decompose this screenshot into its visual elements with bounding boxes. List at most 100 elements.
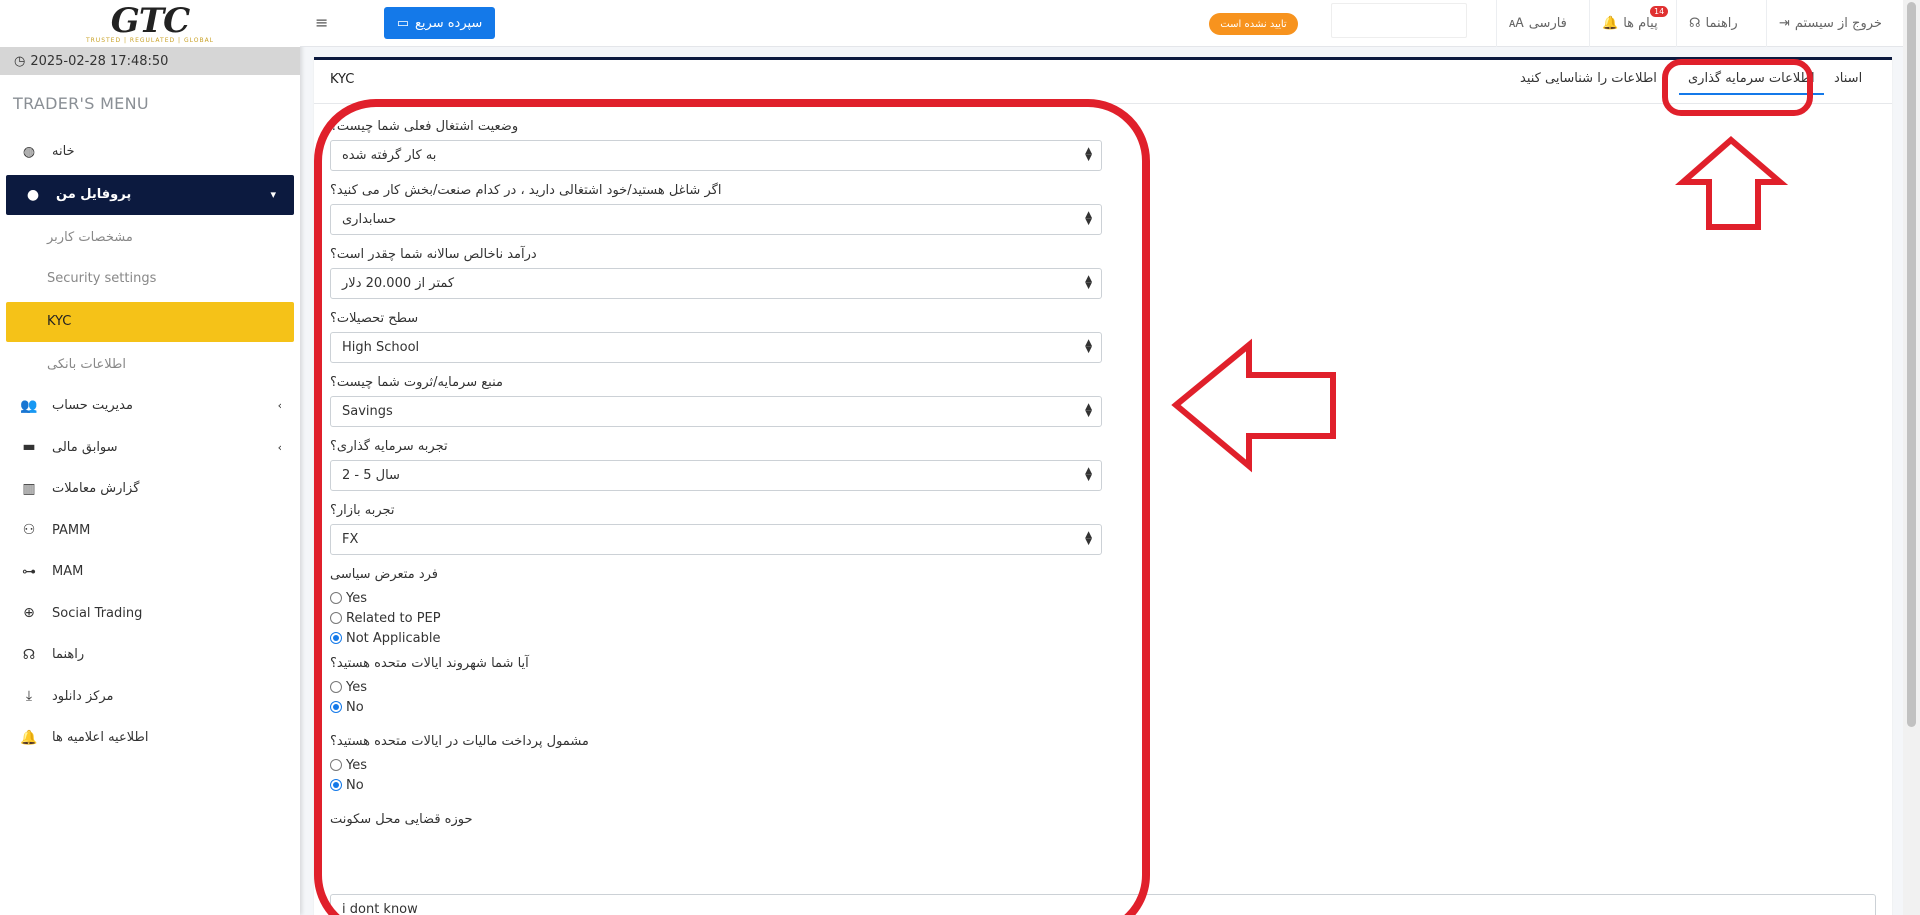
tab-documents[interactable]: اسناد: [1834, 71, 1862, 95]
chevron-left-icon: ‹: [277, 440, 282, 454]
sidebar-item-label: PAMM: [52, 522, 91, 538]
market-experience-select[interactable]: FX ▲ ▼: [330, 524, 1102, 555]
sidebar-item-label: راهنما: [52, 647, 85, 663]
sidebar-item-user-details[interactable]: مشخصات کاربر: [0, 217, 300, 259]
support-icon: ☊: [1689, 16, 1701, 31]
sidebar-item-label: اطلاعات بانکی: [47, 356, 127, 372]
radio-button[interactable]: [330, 701, 342, 713]
education-select[interactable]: High School ▲ ▼: [330, 332, 1102, 363]
pep-option-not-applicable[interactable]: Not Applicable: [330, 628, 1102, 648]
sidebar-item-help[interactable]: ☊ راهنما: [0, 634, 300, 676]
income-select[interactable]: کمتر از 20.000 دلار ▲ ▼: [330, 268, 1102, 299]
market-experience-group: تجربه بازار؟ FX ▲ ▼: [330, 500, 1102, 555]
radio-button[interactable]: [330, 779, 342, 791]
messages-count-badge: 14: [1650, 6, 1669, 17]
sidebar-item-security-settings[interactable]: Security settings: [0, 258, 300, 300]
user-icon: ●: [26, 186, 40, 203]
pep-group: فرد متعرض سیاسی Yes Related to PEP Not A…: [330, 564, 1102, 648]
form-label: فرد متعرض سیاسی: [330, 567, 438, 582]
language-icon: 🗚: [1509, 16, 1524, 31]
language-label: فارسی: [1528, 16, 1567, 31]
us-tax-group: مشمول پرداخت مالیات در ایالات متحده هستی…: [330, 731, 1102, 795]
scrollbar-thumb[interactable]: [1907, 2, 1916, 727]
sidebar-item-kyc[interactable]: KYC: [6, 301, 294, 342]
radio-button[interactable]: [330, 612, 342, 624]
us-citizen-option-yes[interactable]: Yes: [330, 677, 1102, 697]
sidebar-item-label: مدیریت حساب: [52, 398, 133, 414]
radio-button[interactable]: [330, 681, 342, 693]
sidebar-item-label: اطلاعیه اعلامیه ها: [52, 730, 149, 746]
sidebar-item-mam[interactable]: ⊶ MAM: [0, 551, 300, 593]
pep-option-yes[interactable]: Yes: [330, 588, 1102, 608]
kyc-card: KYC اطلاعات را شناسایی کنید اطلاعات سرما…: [314, 57, 1892, 915]
radio-button[interactable]: [330, 759, 342, 771]
source-of-funds-group: منبع سرمایه/ثروت شما چیست؟ Savings ▲ ▼: [330, 372, 1102, 427]
clock-icon: ◷: [14, 53, 26, 69]
menu-title: TRADER'S MENU: [13, 94, 149, 113]
dashboard-icon: ◍: [22, 143, 36, 160]
help-menu[interactable]: ☊ راهنما: [1676, 0, 1750, 47]
income-group: درآمد ناخالص سالانه شما چقدر است؟ کمتر ا…: [330, 244, 1102, 299]
topbar: ≡ ▭ سپرده سریع تایید نشده است 🗚 فارسی 🔔 …: [300, 0, 1920, 47]
sort-arrows-icon: ▲ ▼: [1085, 210, 1092, 227]
bell-icon: 🔔: [1602, 16, 1619, 31]
radio-button[interactable]: [330, 632, 342, 644]
top-search-field[interactable]: [1331, 3, 1467, 38]
sidebar-item-social-trading[interactable]: ⊕ Social Trading: [0, 593, 300, 635]
radio-label: Yes: [346, 757, 367, 773]
mam-icon: ⊶: [22, 563, 36, 580]
us-tax-option-yes[interactable]: Yes: [330, 755, 1102, 775]
form-label: اگر شاغل هستید/خود اشتغالی دارید ، در کد…: [330, 183, 722, 198]
globe-icon: ⊕: [23, 605, 35, 622]
sidebar-item-account-management[interactable]: 👥 مدیریت حساب ‹: [0, 385, 300, 427]
sidebar-item-label: سوابق مالی: [52, 439, 118, 455]
logout-label: خروج از سیستم: [1794, 16, 1882, 31]
form-label: تجربه بازار؟: [330, 503, 395, 518]
sidebar-item-label: مشخصات کاربر: [47, 229, 133, 245]
messages-menu[interactable]: 🔔 پیام ها 14: [1589, 0, 1670, 47]
bell-icon: 🔔: [20, 729, 38, 746]
chevron-left-icon: ‹: [277, 399, 282, 413]
industry-select[interactable]: حسابداری ▲ ▼: [330, 204, 1102, 235]
select-value: 2 - 5 سال: [342, 468, 400, 483]
investment-experience-select[interactable]: 2 - 5 سال ▲ ▼: [330, 460, 1102, 491]
language-selector[interactable]: 🗚 فارسی: [1496, 0, 1579, 47]
us-citizen-group: آیا شما شهروند ایالات متحده هستید؟ Yes N…: [330, 653, 1102, 717]
residence-input[interactable]: i dont know: [330, 894, 1876, 915]
logout-button[interactable]: ⇥ خروج از سیستم: [1766, 0, 1894, 47]
server-datetime: ◷ 2025-02-28 17:48:50: [0, 47, 300, 75]
employment-status-select[interactable]: به کار گرفته شده ▲ ▼: [330, 140, 1102, 171]
sidebar-item-label: Social Trading: [52, 605, 143, 621]
sidebar-item-pamm[interactable]: ⚇ PAMM: [0, 510, 300, 552]
residence-group: حوزه قضایی محل سکونت: [330, 809, 1102, 833]
hamburger-menu-icon[interactable]: ≡: [315, 13, 328, 32]
sidebar-item-my-profile[interactable]: ● پروفایل من ▾: [6, 174, 294, 215]
form-label: سطح تحصیلات؟: [330, 311, 419, 326]
sidebar-item-trade-report[interactable]: ▥ گزارش معاملات: [0, 468, 300, 510]
select-value: High School: [342, 340, 420, 355]
radio-button[interactable]: [330, 592, 342, 604]
logo-mark: GTC: [110, 1, 190, 41]
sidebar-item-bank-info[interactable]: اطلاعات بانکی: [0, 344, 300, 386]
us-tax-option-no[interactable]: No: [330, 775, 1102, 795]
sidebar-item-financial-history[interactable]: ▬ سوابق مالی ‹: [0, 427, 300, 469]
card-icon: ▭: [396, 15, 409, 31]
sidebar-item-announcements[interactable]: 🔔 اطلاعیه اعلامیه ها: [0, 717, 300, 759]
page-scrollbar[interactable]: [1903, 0, 1920, 915]
pep-option-related[interactable]: Related to PEP: [330, 608, 1102, 628]
source-of-funds-select[interactable]: Savings ▲ ▼: [330, 396, 1102, 427]
radio-label: Yes: [346, 590, 367, 606]
us-citizen-option-no[interactable]: No: [330, 697, 1102, 717]
download-icon: ⤓: [25, 688, 33, 705]
form-label: وضعیت اشتغال فعلی شما چیست؟: [330, 119, 519, 134]
logout-icon: ⇥: [1779, 16, 1790, 31]
sidebar-item-download-center[interactable]: ⤓ مرکز دانلود: [0, 676, 300, 718]
sort-arrows-icon: ▲ ▼: [1085, 274, 1092, 291]
sidebar-item-home[interactable]: ◍ خانه: [0, 131, 300, 173]
input-value: i dont know: [342, 902, 418, 915]
form-label: آیا شما شهروند ایالات متحده هستید؟: [330, 656, 529, 671]
brand-logo[interactable]: GTC TRUSTED | REGULATED | GLOBAL: [0, 0, 300, 47]
tab-investment-info[interactable]: اطلاعات سرمایه گذاری: [1679, 71, 1824, 95]
tab-identity-info[interactable]: اطلاعات را شناسایی کنید: [1520, 71, 1657, 95]
quick-deposit-button[interactable]: ▭ سپرده سریع: [384, 7, 495, 39]
